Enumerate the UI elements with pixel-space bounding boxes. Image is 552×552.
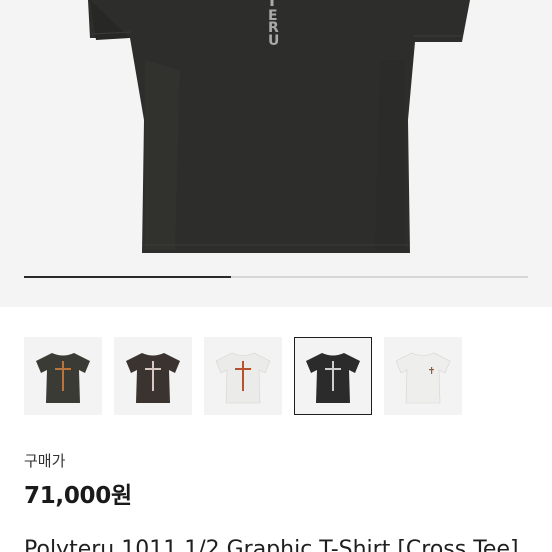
gallery-progress-fill <box>24 276 231 278</box>
gallery-progress-track <box>24 276 528 278</box>
thumb-white-small[interactable] <box>384 337 462 415</box>
thumb-charcoal-cross[interactable] <box>24 337 102 415</box>
tshirt-image: E R U <box>88 0 470 253</box>
product-image[interactable]: E R U <box>0 0 552 307</box>
thumbnail-strip <box>24 337 462 415</box>
product-page: E R U 구매가 71,000원 Polyteru 1011 1/2 Grap… <box>0 0 552 552</box>
price-label: 구매가 <box>24 452 66 470</box>
thumb-white-cross[interactable] <box>204 337 282 415</box>
price: 71,000원 <box>24 483 132 509</box>
svg-text:U: U <box>268 33 279 49</box>
thumb-black-cross[interactable] <box>294 337 372 415</box>
thumb-brown-cross[interactable] <box>114 337 192 415</box>
product-title: Polyteru 1011 1/2 Graphic T-Shirt [Cross… <box>24 537 519 552</box>
